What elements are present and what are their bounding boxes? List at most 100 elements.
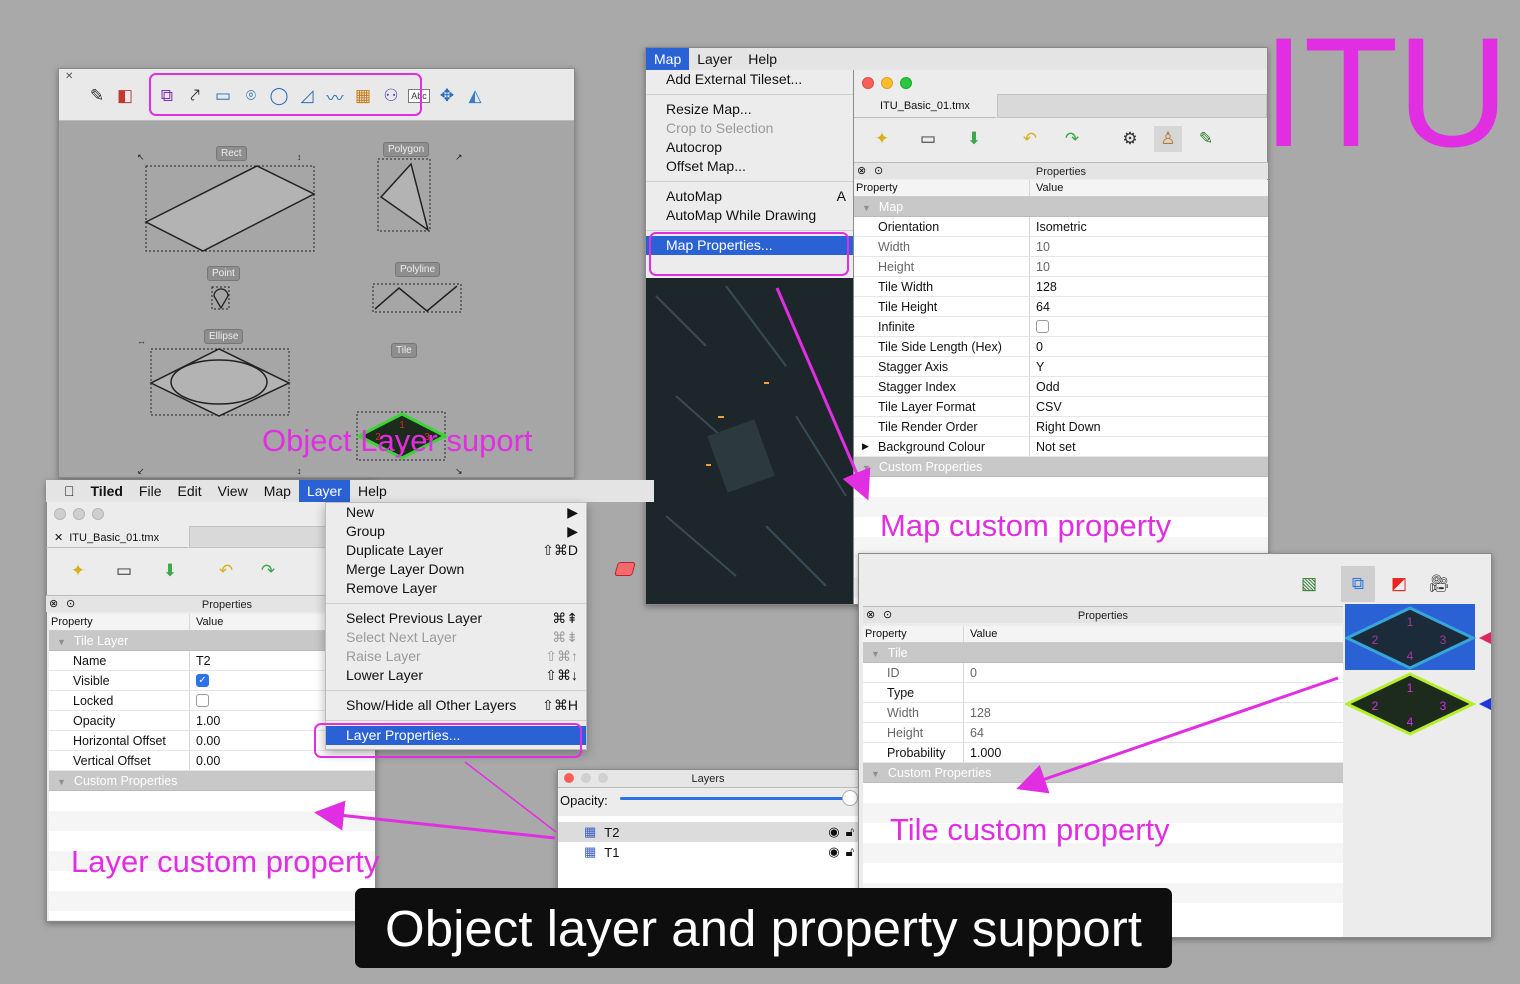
- color-icon[interactable]: ◩: [1385, 571, 1413, 597]
- property-value-cell[interactable]: Not set: [1029, 437, 1076, 456]
- property-value-cell[interactable]: 0.00: [189, 751, 220, 770]
- edit-terrain-icon[interactable]: ✎: [1192, 126, 1220, 152]
- table-row[interactable]: Width 128: [863, 703, 1343, 723]
- menu-map[interactable]: Map: [256, 480, 299, 502]
- property-value-cell[interactable]: 64: [963, 723, 984, 742]
- property-value-cell[interactable]: 1.000: [963, 743, 1001, 762]
- menu-item[interactable]: Autocrop: [646, 138, 854, 157]
- property-value-cell[interactable]: [1029, 317, 1049, 336]
- menu-file[interactable]: File: [131, 480, 170, 502]
- menu-item[interactable]: Merge Layer Down: [326, 560, 586, 579]
- menu-layer[interactable]: Layer: [298, 480, 350, 502]
- table-row[interactable]: ID 0: [863, 663, 1343, 683]
- table-row[interactable]: Tile Side Length (Hex) 0: [854, 337, 1268, 357]
- checkbox[interactable]: [1036, 320, 1049, 333]
- property-value-cell[interactable]: 128: [1029, 277, 1057, 296]
- undo-icon[interactable]: ↶: [1016, 126, 1044, 152]
- property-value-cell[interactable]: 128: [963, 703, 991, 722]
- property-value-cell[interactable]: [189, 691, 209, 710]
- menu-item[interactable]: Group ▶: [326, 522, 586, 541]
- property-value-cell[interactable]: T2: [189, 651, 211, 670]
- flip-icon[interactable]: ◭: [461, 83, 489, 109]
- table-row[interactable]: Tile Render Order Right Down: [854, 417, 1268, 437]
- menu-item[interactable]: AutoMap A: [646, 187, 854, 206]
- menu-item[interactable]: New ▶: [326, 503, 586, 522]
- opacity-slider-handle[interactable]: [842, 790, 858, 806]
- new-file-icon[interactable]: ✦: [868, 126, 896, 152]
- menu-item[interactable]: Resize Map...: [646, 100, 854, 119]
- visibility-eye-icon[interactable]: ◉: [828, 844, 839, 860]
- table-row[interactable]: Probability 1.000: [863, 743, 1343, 763]
- apple-icon[interactable]: : [46, 480, 83, 502]
- table-row[interactable]: Stagger Axis Y: [854, 357, 1268, 377]
- save-file-icon[interactable]: ⬇: [156, 558, 184, 584]
- open-file-icon[interactable]: ▭: [914, 126, 942, 152]
- eraser-icon[interactable]: [614, 562, 636, 576]
- property-value-cell[interactable]: ✓: [189, 671, 209, 690]
- menu-item[interactable]: Offset Map...: [646, 157, 854, 176]
- property-value-cell[interactable]: Y: [1029, 357, 1044, 376]
- layer-row-t2[interactable]: ▦ T2 ◉ 🔓︎: [558, 822, 858, 842]
- menu-view[interactable]: View: [210, 480, 256, 502]
- menu-layer[interactable]: Layer: [689, 48, 740, 70]
- property-value-cell[interactable]: 1.00: [189, 711, 220, 730]
- menu-item[interactable]: Select Previous Layer ⌘⇞: [326, 609, 586, 628]
- table-row[interactable]: ▶ Background Colour Not set: [854, 437, 1268, 457]
- menu-help[interactable]: Help: [350, 480, 395, 502]
- menu-item[interactable]: Lower Layer ⇧⌘↓: [326, 666, 586, 685]
- tileset-view[interactable]: 1 2 3 4 1 2 3 4: [1345, 604, 1491, 937]
- terrain-icon[interactable]: ▧: [1295, 571, 1323, 597]
- minimize-window-button[interactable]: [881, 77, 893, 89]
- table-row[interactable]: Tile Width 128: [854, 277, 1268, 297]
- zoom-window-button[interactable]: [92, 508, 104, 520]
- redo-icon[interactable]: ↷: [254, 558, 282, 584]
- menu-item[interactable]: AutoMap While Drawing: [646, 206, 854, 225]
- menu-help[interactable]: Help: [740, 48, 785, 70]
- menu-edit[interactable]: Edit: [169, 480, 209, 502]
- group-row[interactable]: Map: [854, 197, 1268, 217]
- property-value-cell[interactable]: Odd: [1029, 377, 1060, 396]
- group-row[interactable]: Tile: [863, 643, 1343, 663]
- custom-group-row[interactable]: Custom Properties: [863, 763, 1343, 783]
- property-value-cell[interactable]: 64: [1029, 297, 1050, 316]
- save-file-icon[interactable]: ⬇: [960, 126, 988, 152]
- undo-icon[interactable]: ↶: [212, 558, 240, 584]
- menu-item[interactable]: Remove Layer: [326, 579, 586, 598]
- table-row[interactable]: Tile Layer Format CSV: [854, 397, 1268, 417]
- animation-icon[interactable]: 🎥︎: [1425, 571, 1453, 597]
- table-row[interactable]: Stagger Index Odd: [854, 377, 1268, 397]
- move-icon[interactable]: ✥: [433, 83, 461, 109]
- menu-item[interactable]: Show/Hide all Other Layers ⇧⌘H: [326, 696, 586, 715]
- close-window-button[interactable]: [862, 77, 874, 89]
- minimize-window-button[interactable]: [73, 508, 85, 520]
- open-file-icon[interactable]: ▭: [110, 558, 138, 584]
- table-row[interactable]: Tile Height 64: [854, 297, 1268, 317]
- menu-item[interactable]: Duplicate Layer ⇧⌘D: [326, 541, 586, 560]
- expand-arrow-icon[interactable]: ▶: [862, 441, 869, 452]
- close-panel-icon[interactable]: ⊗: [49, 597, 58, 610]
- property-value-cell[interactable]: CSV: [1029, 397, 1062, 416]
- lock-icon[interactable]: 🔓︎: [846, 824, 854, 840]
- command-icon[interactable]: ⚙: [1116, 126, 1144, 152]
- menu-item[interactable]: Add External Tileset...: [646, 70, 854, 89]
- custom-group-row[interactable]: Custom Properties: [854, 457, 1268, 477]
- new-file-icon[interactable]: ✦: [64, 558, 92, 584]
- table-row[interactable]: Width 10: [854, 237, 1268, 257]
- close-window-button[interactable]: [54, 508, 66, 520]
- stamp-icon[interactable]: ♙: [1154, 126, 1182, 152]
- lock-icon[interactable]: 🔓︎: [846, 844, 854, 860]
- redo-icon[interactable]: ↷: [1058, 126, 1086, 152]
- property-value-cell[interactable]: 10: [1029, 237, 1050, 256]
- close-tab-icon[interactable]: ✕: [54, 532, 63, 544]
- opacity-slider-track[interactable]: [620, 797, 848, 800]
- property-value-cell[interactable]: Isometric: [1029, 217, 1087, 236]
- file-tab[interactable]: ✕ ITU_Basic_01.tmx: [46, 526, 188, 548]
- custom-group-row[interactable]: Custom Properties: [49, 771, 375, 791]
- checkbox[interactable]: ✓: [196, 674, 209, 687]
- bucket-tool-icon[interactable]: ◧: [111, 83, 139, 109]
- property-value-cell[interactable]: 0: [1029, 337, 1043, 356]
- table-row[interactable]: Type: [863, 683, 1343, 703]
- property-value-cell[interactable]: [963, 683, 970, 702]
- table-row[interactable]: Orientation Isometric: [854, 217, 1268, 237]
- layer-row-t1[interactable]: ▦ T1 ◉ 🔓︎: [558, 842, 858, 862]
